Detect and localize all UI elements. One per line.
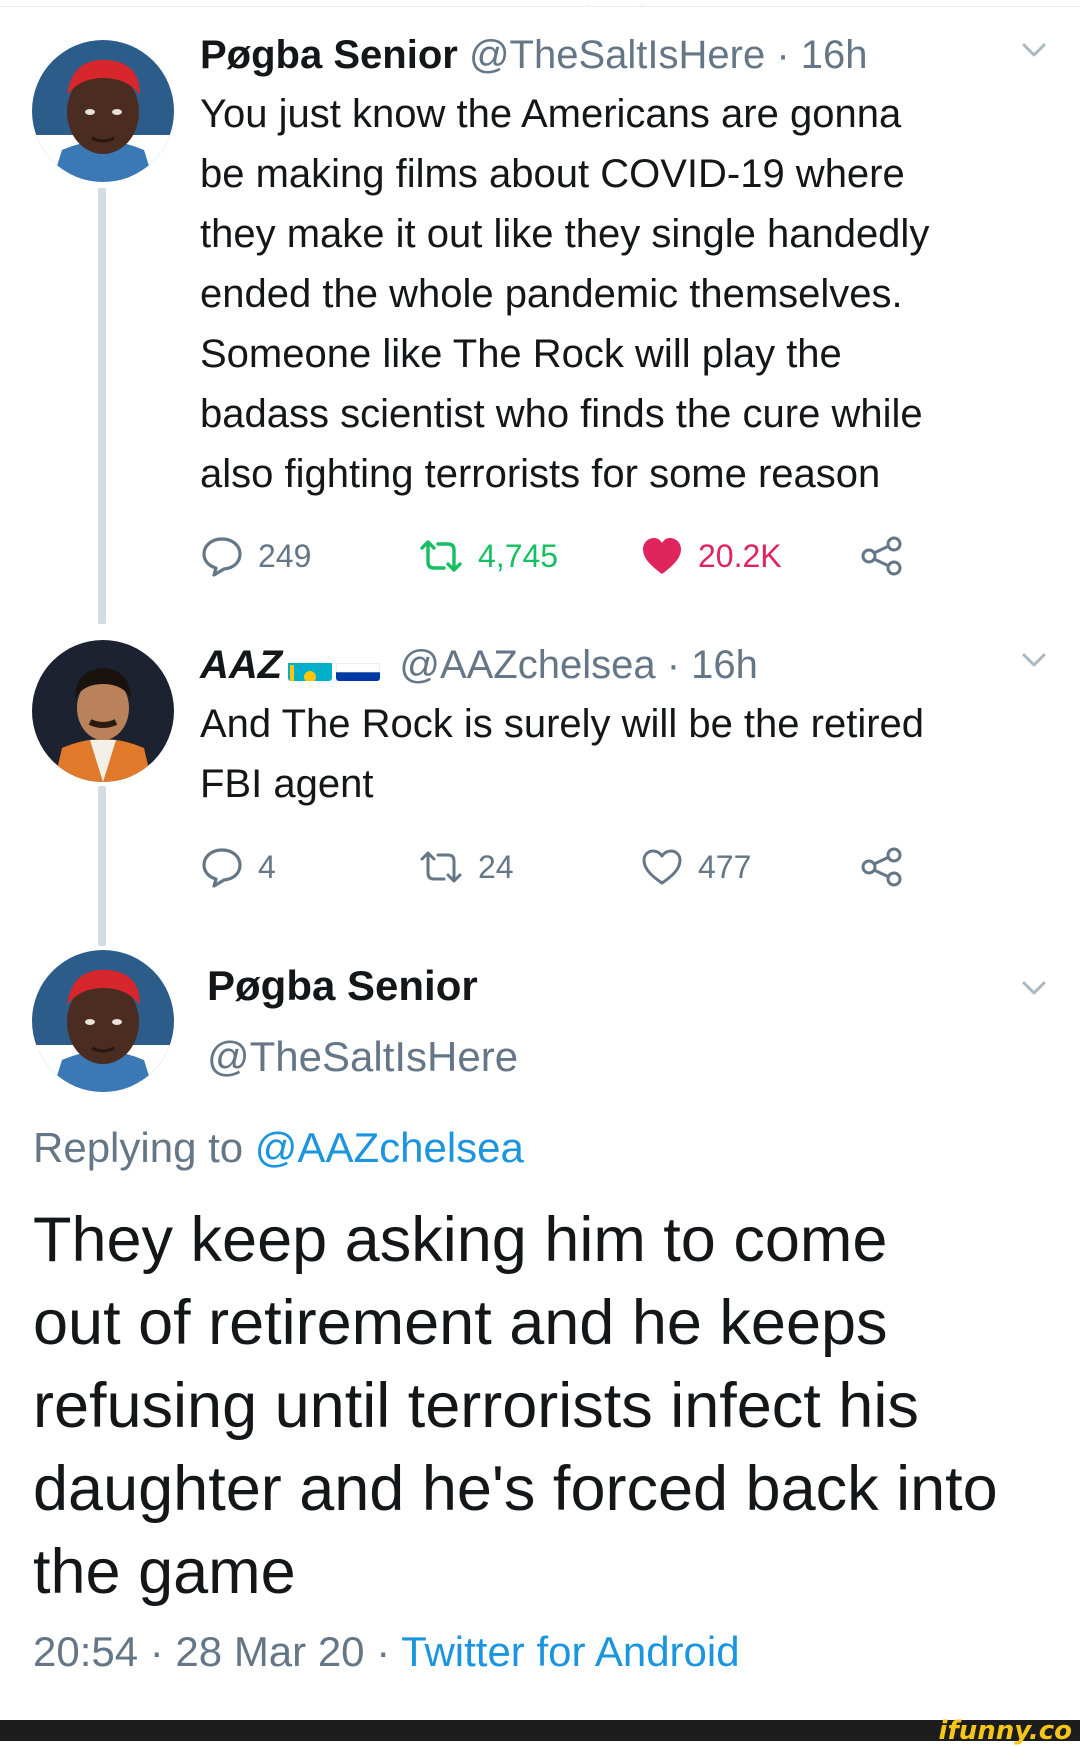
tweet-header: AAZ @AAZchelsea · 16h (200, 640, 1050, 690)
timestamp: · 16h (776, 33, 868, 77)
heart-icon (643, 538, 681, 574)
tweet-text: And The Rock is surely will be the retir… (200, 702, 925, 806)
replying-to: Replying to @AAZchelsea (33, 1124, 524, 1172)
retweet-button[interactable]: 4,745 (418, 538, 558, 575)
watermark-logo: ifunny.co (938, 1716, 1072, 1746)
heart-icon (642, 849, 682, 885)
russia-flag-icon (336, 653, 381, 682)
avatar[interactable] (32, 640, 174, 782)
retweet-icon (420, 851, 462, 883)
source-link[interactable]: Twitter for Android (401, 1628, 739, 1675)
retweet-count: 4,745 (478, 537, 559, 574)
tweet[interactable]: Pøgba Senior @TheSaltIsHere · 16h You ju… (200, 30, 1050, 504)
retweet-icon (420, 540, 462, 572)
user-handle[interactable]: @AAZchelsea (399, 643, 655, 687)
user-handle[interactable]: @TheSaltIsHere (207, 1033, 518, 1081)
display-name[interactable]: AAZ (200, 643, 282, 687)
top-divider (0, 6, 1080, 7)
retweet-button[interactable]: 24 (418, 849, 514, 886)
reply-count: 249 (258, 537, 312, 574)
tweet-datetime: 20:54 · 28 Mar 20 · (33, 1628, 391, 1675)
tweet-meta: 20:54 · 28 Mar 20 · Twitter for Android (33, 1628, 740, 1676)
avatar[interactable] (32, 950, 174, 1092)
thread-line (98, 188, 106, 624)
chevron-down-icon[interactable] (1018, 972, 1050, 1004)
share-icon (861, 847, 902, 887)
kazakhstan-flag-icon (288, 653, 333, 682)
footer-bar (0, 1720, 1080, 1741)
replying-label: Replying to (33, 1124, 244, 1171)
reply-icon (202, 848, 242, 888)
like-button[interactable]: 477 (640, 847, 751, 887)
reply-button[interactable]: 4 (200, 846, 276, 888)
like-count: 477 (698, 848, 752, 885)
reply-count: 4 (258, 848, 276, 885)
like-count: 20.2K (698, 537, 782, 574)
user-handle[interactable]: @TheSaltIsHere (469, 33, 765, 77)
display-name[interactable]: Pøgba Senior (200, 33, 458, 77)
avatar[interactable] (32, 40, 174, 182)
chevron-down-icon[interactable] (1018, 34, 1050, 66)
retweet-count: 24 (478, 848, 514, 885)
share-button[interactable] (860, 536, 904, 576)
share-icon (861, 536, 902, 576)
chevron-down-icon[interactable] (1018, 644, 1050, 676)
reply-icon (202, 537, 242, 577)
tweet[interactable]: AAZ @AAZchelsea · 16h And The Rock is su… (200, 640, 1050, 814)
tweet-text: You just know the Americans are gonna be… (200, 92, 930, 496)
main-tweet-text: They keep asking him to come out of reti… (33, 1205, 998, 1607)
timestamp: · 16h (666, 643, 758, 687)
share-button[interactable] (860, 847, 904, 887)
display-name[interactable]: Pøgba Senior (207, 962, 478, 1010)
thread-line (98, 786, 106, 946)
like-button[interactable]: 20.2K (640, 536, 782, 576)
top-notch (585, 0, 645, 7)
replying-handle-link[interactable]: @AAZchelsea (255, 1124, 524, 1171)
tweet-header: Pøgba Senior @TheSaltIsHere · 16h (200, 30, 1050, 80)
reply-button[interactable]: 249 (200, 535, 311, 577)
